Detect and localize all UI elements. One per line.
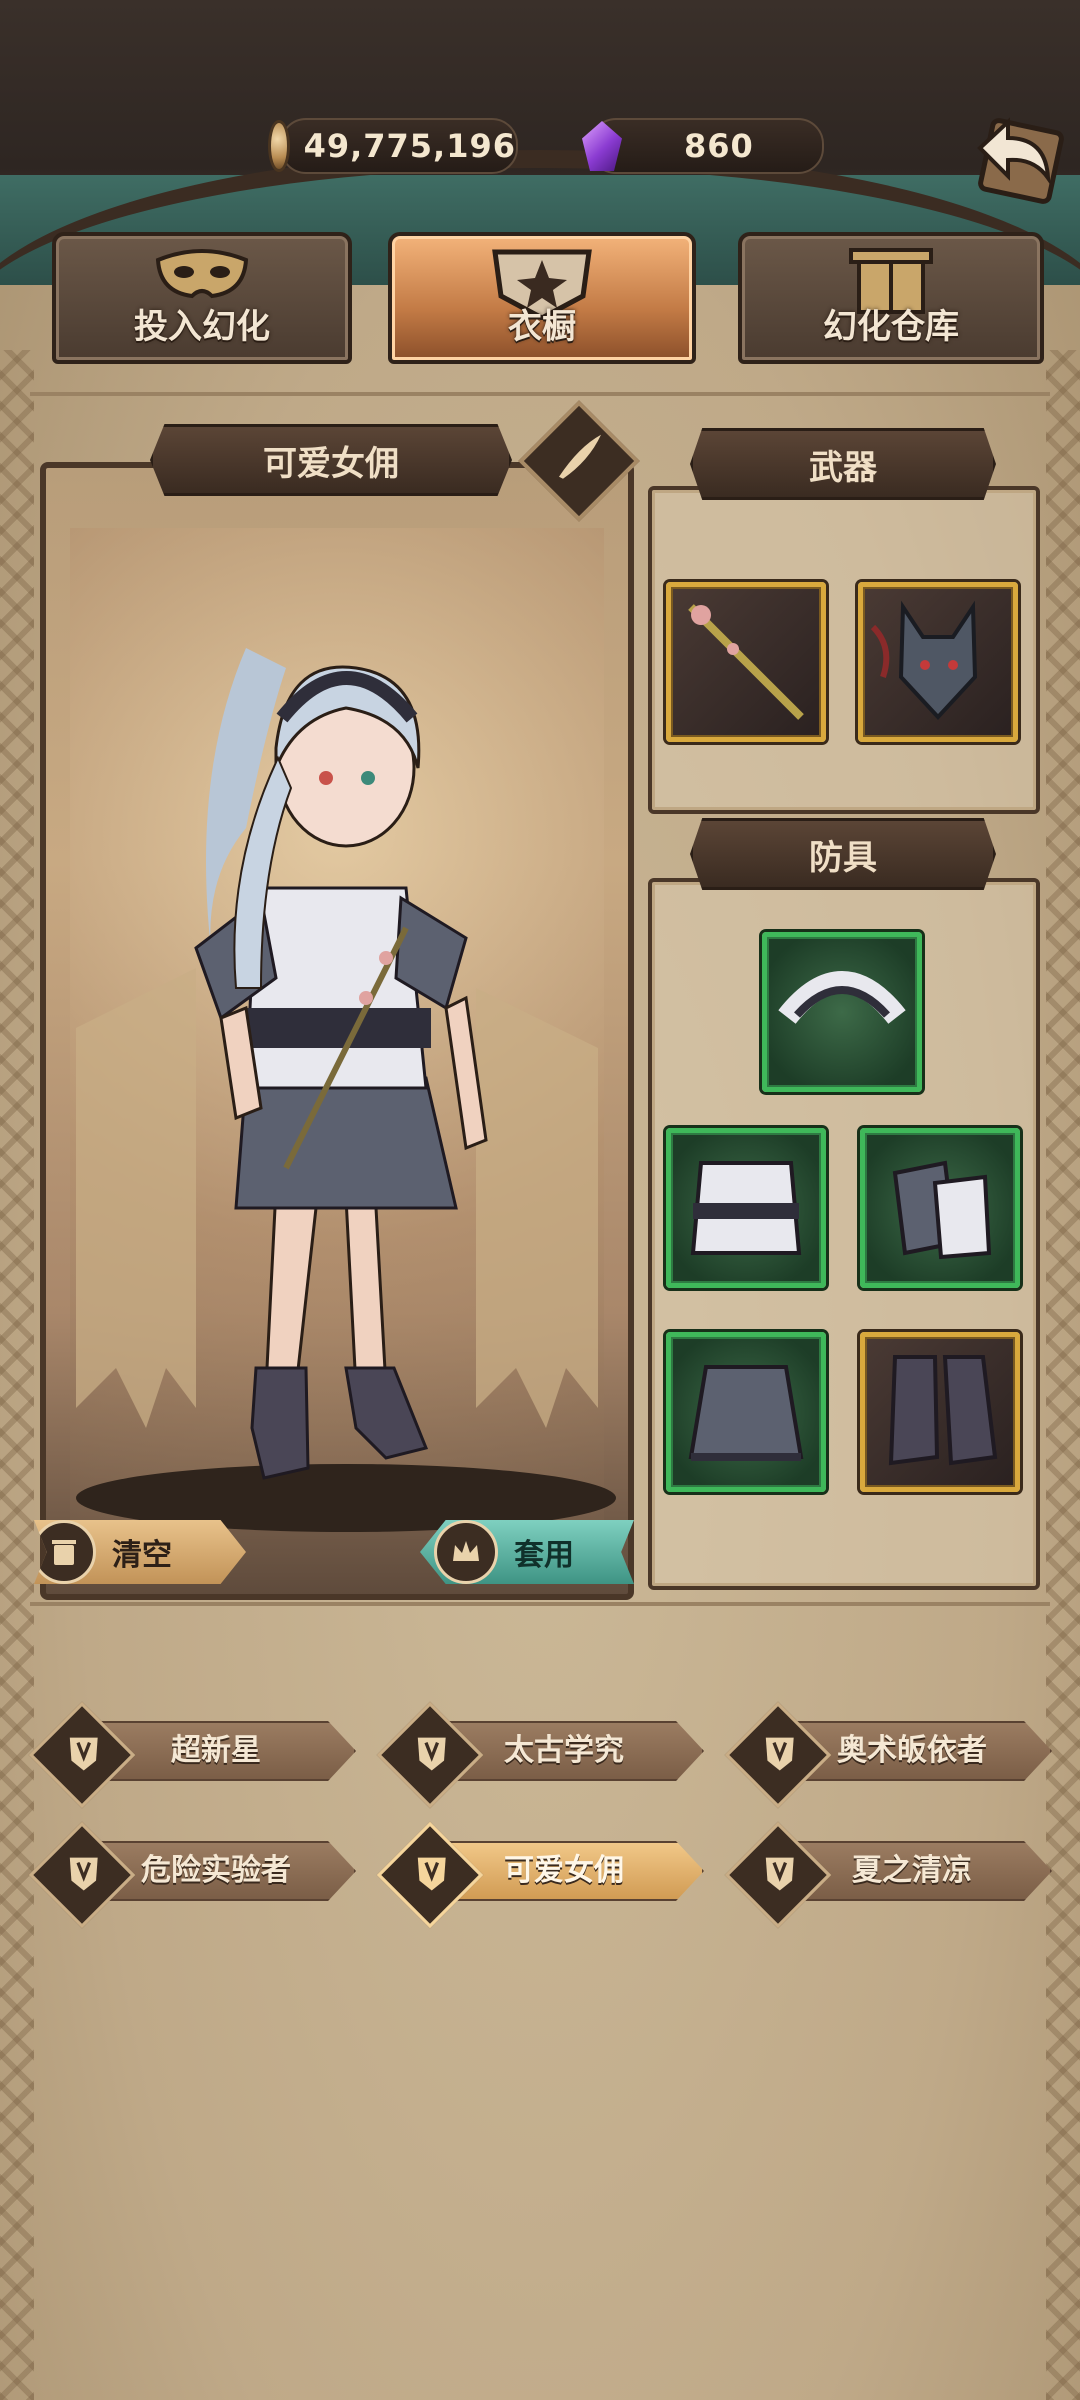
- apply-button[interactable]: 套用: [420, 1520, 634, 1584]
- left-border-pattern: [0, 350, 34, 2400]
- character-maid-figure: [76, 648, 616, 1532]
- gold-amount: 49,775,196: [303, 127, 516, 165]
- outfit-button-danger-experimenter[interactable]: 危险实验者: [28, 1821, 356, 1929]
- quill-icon: [559, 434, 601, 479]
- wolf-head-icon: [870, 600, 978, 720]
- weapon-header: 武器: [690, 428, 996, 500]
- armor-header: 防具: [690, 818, 996, 890]
- outfit-button-ancient-scholar[interactable]: 太古学究: [376, 1701, 704, 1809]
- maid-headdress-icon: [778, 971, 906, 1024]
- character-name-banner: 可爱女佣: [150, 424, 512, 496]
- outfit-button-summer-cool[interactable]: 夏之清凉: [724, 1821, 1052, 1929]
- tab-wardrobe[interactable]: 衣橱: [388, 232, 696, 364]
- gem-counter: 860: [582, 118, 824, 174]
- weapon-slot-1[interactable]: [666, 582, 826, 742]
- crown-icon: [434, 1520, 498, 1584]
- tab-invest-transmog[interactable]: 投入幻化: [52, 232, 352, 364]
- outfit-button-cute-maid[interactable]: 可爱女佣: [376, 1821, 704, 1929]
- outfit-label: 太古学究: [504, 1733, 624, 1768]
- tab-label: 投入幻化: [134, 307, 270, 347]
- character-preview-frame: [40, 462, 634, 1600]
- maid-gloves-icon: [892, 1160, 992, 1260]
- back-arrow-icon: [977, 117, 1064, 204]
- clear-label: 清空: [112, 1538, 172, 1573]
- apply-label: 套用: [514, 1538, 574, 1573]
- maid-top-icon: [690, 1161, 802, 1255]
- outfit-label: 可爱女佣: [504, 1853, 624, 1888]
- outfit-label: 夏之清凉: [852, 1853, 972, 1888]
- outfit-label: 超新星: [171, 1733, 261, 1768]
- divider: [30, 392, 1050, 396]
- armor-slot-legs[interactable]: [666, 1332, 826, 1492]
- weapon-slot-2[interactable]: [858, 582, 1018, 742]
- armor-slot-feet[interactable]: [860, 1332, 1020, 1492]
- armor-title: 防具: [809, 837, 877, 878]
- gold-counter: 49,775,196: [268, 118, 518, 174]
- armor-slot-gloves[interactable]: [860, 1128, 1020, 1288]
- mask-icon: [155, 249, 249, 299]
- tab-label: 衣橱: [508, 307, 576, 347]
- skirt-icon: [688, 1365, 804, 1461]
- tab-transmog-storage[interactable]: 幻化仓库: [738, 232, 1044, 364]
- divider: [30, 1602, 1050, 1606]
- weapon-title: 武器: [809, 447, 877, 488]
- outfit-label: 奥术皈依者: [837, 1733, 987, 1768]
- armor-slot-head[interactable]: [762, 932, 922, 1092]
- outfit-label: 危险实验者: [141, 1853, 291, 1888]
- right-border-pattern: [1046, 350, 1080, 2400]
- gold-coin-icon: [268, 120, 290, 172]
- armor-slot-top[interactable]: [666, 1128, 826, 1288]
- tab-label: 幻化仓库: [823, 307, 959, 347]
- gem-amount: 860: [684, 127, 754, 165]
- character-name: 可爱女佣: [263, 443, 399, 484]
- boots-icon: [888, 1355, 998, 1466]
- outfit-button-supernova[interactable]: 超新星: [28, 1701, 356, 1809]
- thorn-staff-icon: [688, 604, 804, 720]
- outfit-button-arcane-convert[interactable]: 奥术皈依者: [724, 1701, 1052, 1809]
- clear-button[interactable]: 清空: [34, 1520, 246, 1584]
- back-button[interactable]: [968, 108, 1064, 208]
